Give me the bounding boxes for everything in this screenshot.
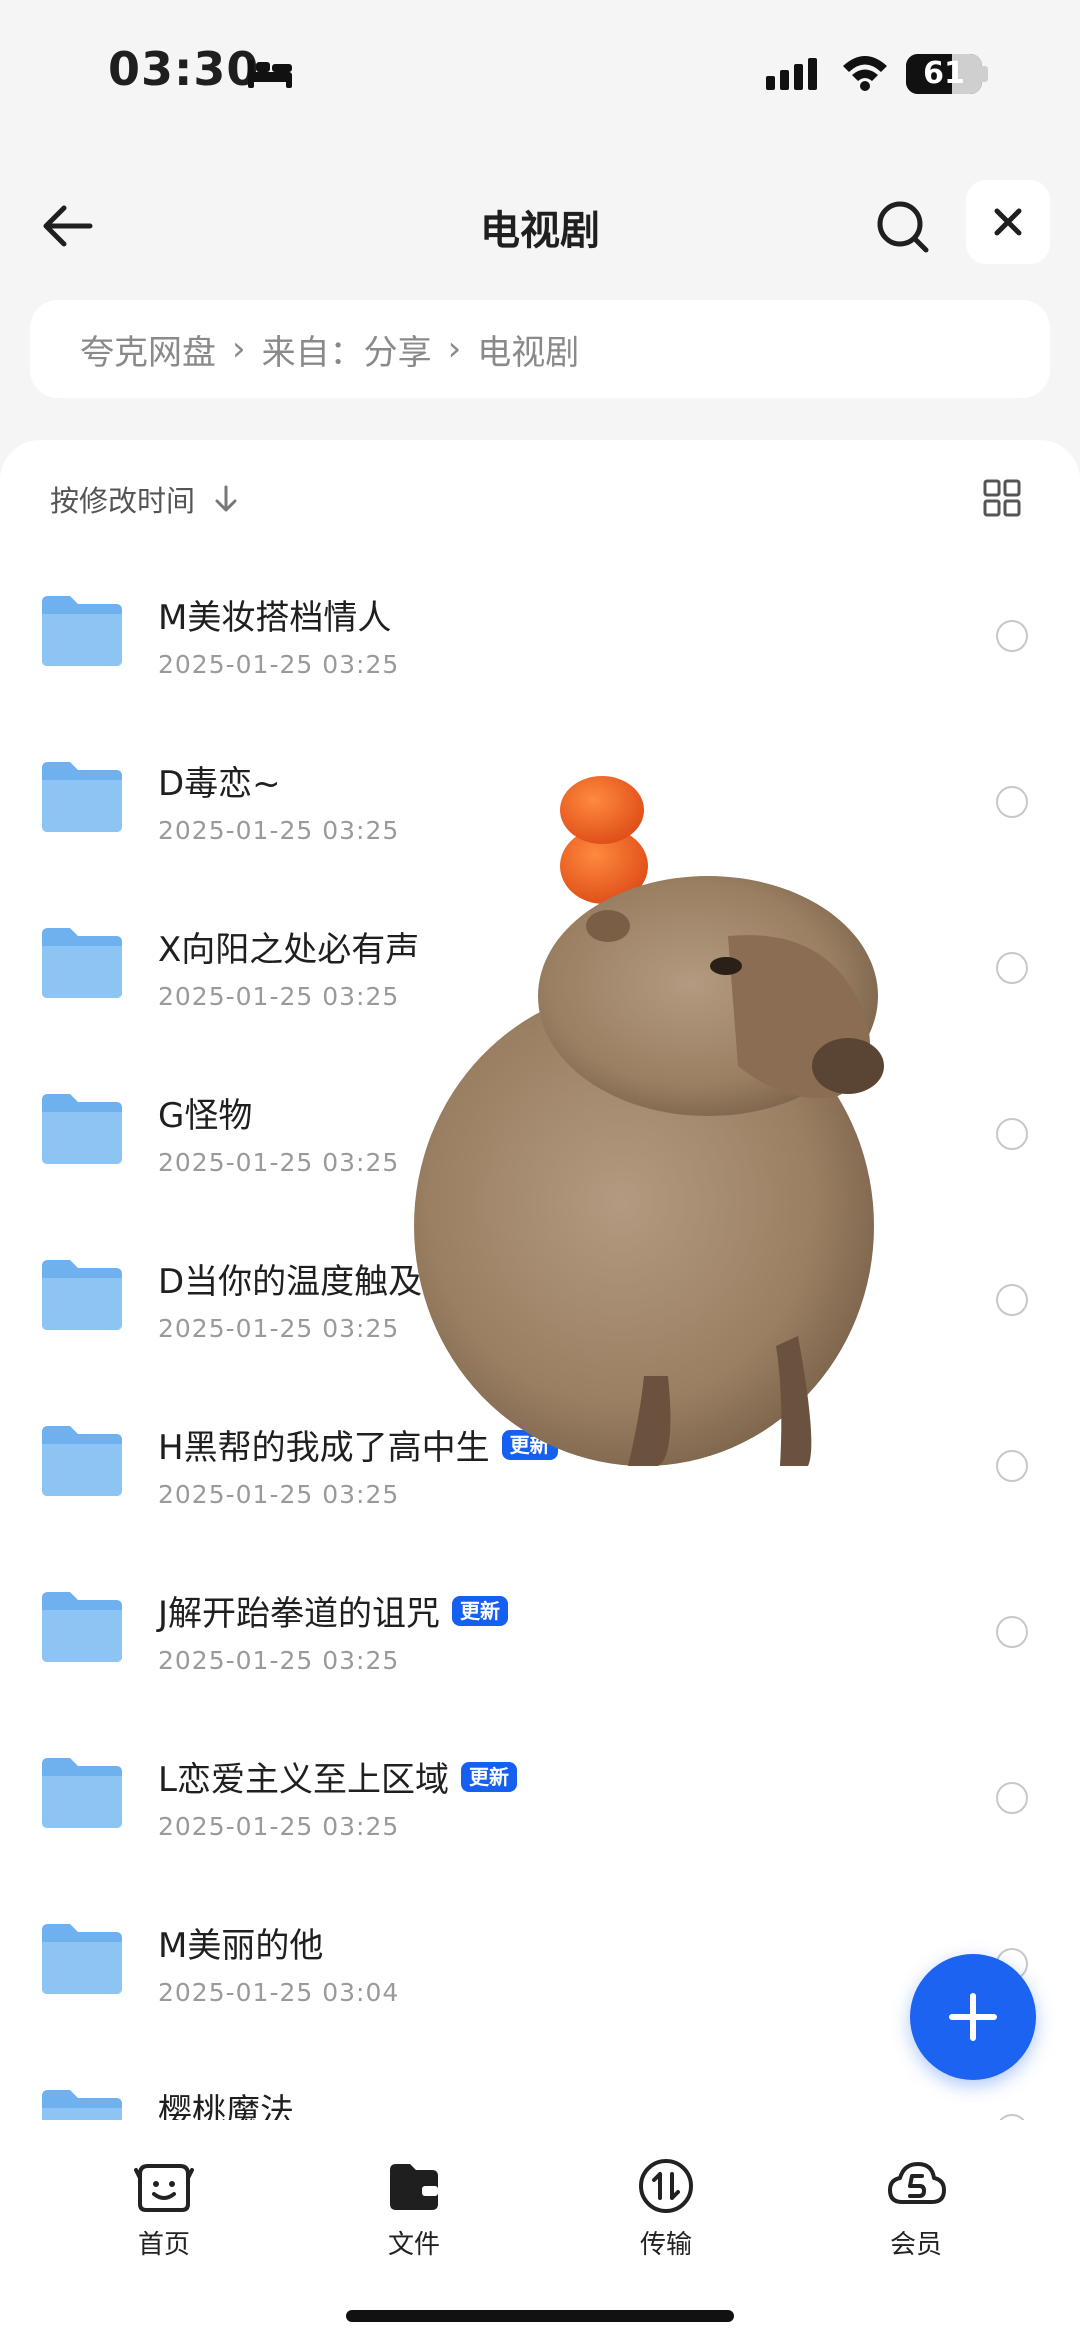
sleep-bed-icon (248, 60, 292, 88)
select-radio[interactable] (996, 952, 1028, 984)
cellular-signal-icon (766, 58, 817, 90)
transfer-icon (639, 2159, 693, 2213)
folder-icon (42, 1426, 122, 1496)
file-name-text: D毒恋~ (158, 764, 281, 804)
update-badge: 更新 (452, 1595, 509, 1626)
folder-icon (42, 1094, 122, 1164)
file-name-text: G怪物 (158, 1096, 253, 1136)
file-row[interactable]: D当你的温度触及 2025-01-25 03:25 (0, 1232, 1080, 1398)
select-radio[interactable] (996, 1284, 1028, 1316)
folder-icon (42, 1592, 122, 1662)
file-name-text: H黑帮的我成了高中生 (158, 1428, 490, 1468)
file-date: 2025-01-25 03:25 (158, 1314, 400, 1343)
file-row[interactable]: X向阳之处必有声 2025-01-25 03:25 (0, 900, 1080, 1066)
tab-transfer-label: 传输 (639, 2230, 692, 2260)
chevron-right-icon: › (232, 329, 246, 369)
nav-bar: 电视剧 (0, 160, 1080, 290)
select-radio[interactable] (996, 786, 1028, 818)
tab-transfer[interactable]: 传输 (586, 2140, 746, 2290)
breadcrumb-item-current: 电视剧 (477, 332, 580, 373)
chevron-right-icon: › (447, 329, 462, 369)
home-face-icon (134, 2164, 194, 2212)
folder-file-icon (390, 2164, 438, 2210)
file-date: 2025-01-25 03:04 (158, 1978, 400, 2007)
battery-level-text: 61 (923, 56, 965, 91)
file-panel: 按修改时间 M美妆搭档情人 2025-01-25 03:25 D毒恋~ 2025… (0, 440, 1080, 2120)
tab-home-label: 首页 (137, 2230, 190, 2260)
file-date: 2025-01-25 03:25 (158, 982, 400, 1011)
tab-files-label: 文件 (387, 2230, 440, 2260)
file-name: J解开跆拳道的诅咒 更新 (158, 1586, 509, 1635)
file-date: 2025-01-25 03:25 (158, 1812, 400, 1841)
member-cloud-icon (888, 2162, 946, 2204)
file-name: X向阳之处必有声 (158, 922, 419, 971)
file-row[interactable]: M美妆搭档情人 2025-01-25 03:25 (0, 568, 1080, 734)
battery-indicator: 61 (906, 54, 982, 94)
file-name: D当你的温度触及 (158, 1254, 422, 1303)
select-radio[interactable] (996, 1616, 1028, 1648)
close-button[interactable] (966, 180, 1050, 264)
breadcrumb: 夸克网盘 › 来自：分享 › 电视剧 (30, 300, 1050, 398)
sort-button[interactable]: 按修改时间 (50, 478, 239, 520)
folder-icon (42, 596, 122, 666)
grid-view-icon[interactable] (982, 478, 1022, 518)
file-date: 2025-01-25 03:25 (158, 816, 400, 845)
file-name: M美妆搭档情人 (158, 590, 391, 639)
folder-icon (42, 1924, 122, 1994)
file-name-text: X向阳之处必有声 (158, 930, 420, 970)
file-name-text: M美丽的他 (158, 1926, 324, 1966)
file-name: M美丽的他 (158, 1918, 323, 1967)
select-radio[interactable] (996, 1118, 1028, 1150)
file-date: 2025-01-25 03:25 (158, 1646, 400, 1675)
select-radio[interactable] (996, 1782, 1028, 1814)
status-bar: 03:30 61 (0, 0, 1080, 140)
home-indicator (346, 2310, 734, 2322)
update-badge: 更新 (501, 1429, 558, 1460)
folder-icon (42, 2090, 122, 2120)
tab-member-label: 会员 (889, 2230, 942, 2260)
search-icon[interactable] (870, 194, 936, 260)
select-radio[interactable] (996, 1450, 1028, 1482)
file-row[interactable]: D毒恋~ 2025-01-25 03:25 (0, 734, 1080, 900)
file-name-text: D当你的温度触及 (158, 1262, 423, 1302)
arrow-down-icon (215, 485, 237, 512)
file-name-text: L恋爱主义至上区域 (158, 1760, 449, 1800)
close-icon (994, 208, 1022, 236)
battery-cap (982, 66, 988, 82)
file-name: D毒恋~ (158, 756, 281, 805)
file-row[interactable]: G怪物 2025-01-25 03:25 (0, 1066, 1080, 1232)
file-name-text: 樱桃魔法 (158, 2092, 294, 2120)
file-date: 2025-01-25 03:25 (158, 650, 400, 679)
breadcrumb-item-shared[interactable]: 来自：分享 (262, 325, 432, 374)
file-name: L恋爱主义至上区域 更新 (158, 1752, 517, 1801)
file-name-text: J解开跆拳道的诅咒 (158, 1594, 441, 1634)
select-radio[interactable] (996, 620, 1028, 652)
file-name: G怪物 (158, 1088, 252, 1137)
bottom-tab-bar: 首页 文件 传输 会员 (0, 2120, 1080, 2341)
file-date: 2025-01-25 03:25 (158, 1480, 400, 1509)
sort-label: 按修改时间 (50, 484, 196, 518)
file-name-text: M美妆搭档情人 (158, 598, 392, 638)
plus-icon (949, 1993, 997, 2041)
breadcrumb-item-quark-drive[interactable]: 夸克网盘 (80, 325, 216, 374)
wifi-icon (843, 56, 887, 91)
file-row[interactable]: L恋爱主义至上区域 更新 2025-01-25 03:25 (0, 1730, 1080, 1896)
file-row[interactable]: H黑帮的我成了高中生 更新 2025-01-25 03:25 (0, 1398, 1080, 1564)
file-row[interactable]: 樱桃魔法 (0, 2062, 1080, 2120)
tab-member[interactable]: 会员 (836, 2140, 996, 2290)
update-badge: 更新 (460, 1761, 517, 1792)
file-name: H黑帮的我成了高中生 更新 (158, 1420, 558, 1469)
file-date: 2025-01-25 03:25 (158, 1148, 400, 1177)
folder-icon (42, 762, 122, 832)
folder-icon (42, 1758, 122, 1828)
file-row[interactable]: J解开跆拳道的诅咒 更新 2025-01-25 03:25 (0, 1564, 1080, 1730)
file-list: M美妆搭档情人 2025-01-25 03:25 D毒恋~ 2025-01-25… (0, 568, 1080, 2120)
status-time: 03:30 (108, 42, 260, 96)
folder-icon (42, 1260, 122, 1330)
folder-icon (42, 928, 122, 998)
tab-files[interactable]: 文件 (334, 2140, 494, 2290)
add-button[interactable] (910, 1954, 1036, 2080)
tab-home[interactable]: 首页 (84, 2140, 244, 2290)
file-name: 樱桃魔法 (158, 2084, 294, 2120)
